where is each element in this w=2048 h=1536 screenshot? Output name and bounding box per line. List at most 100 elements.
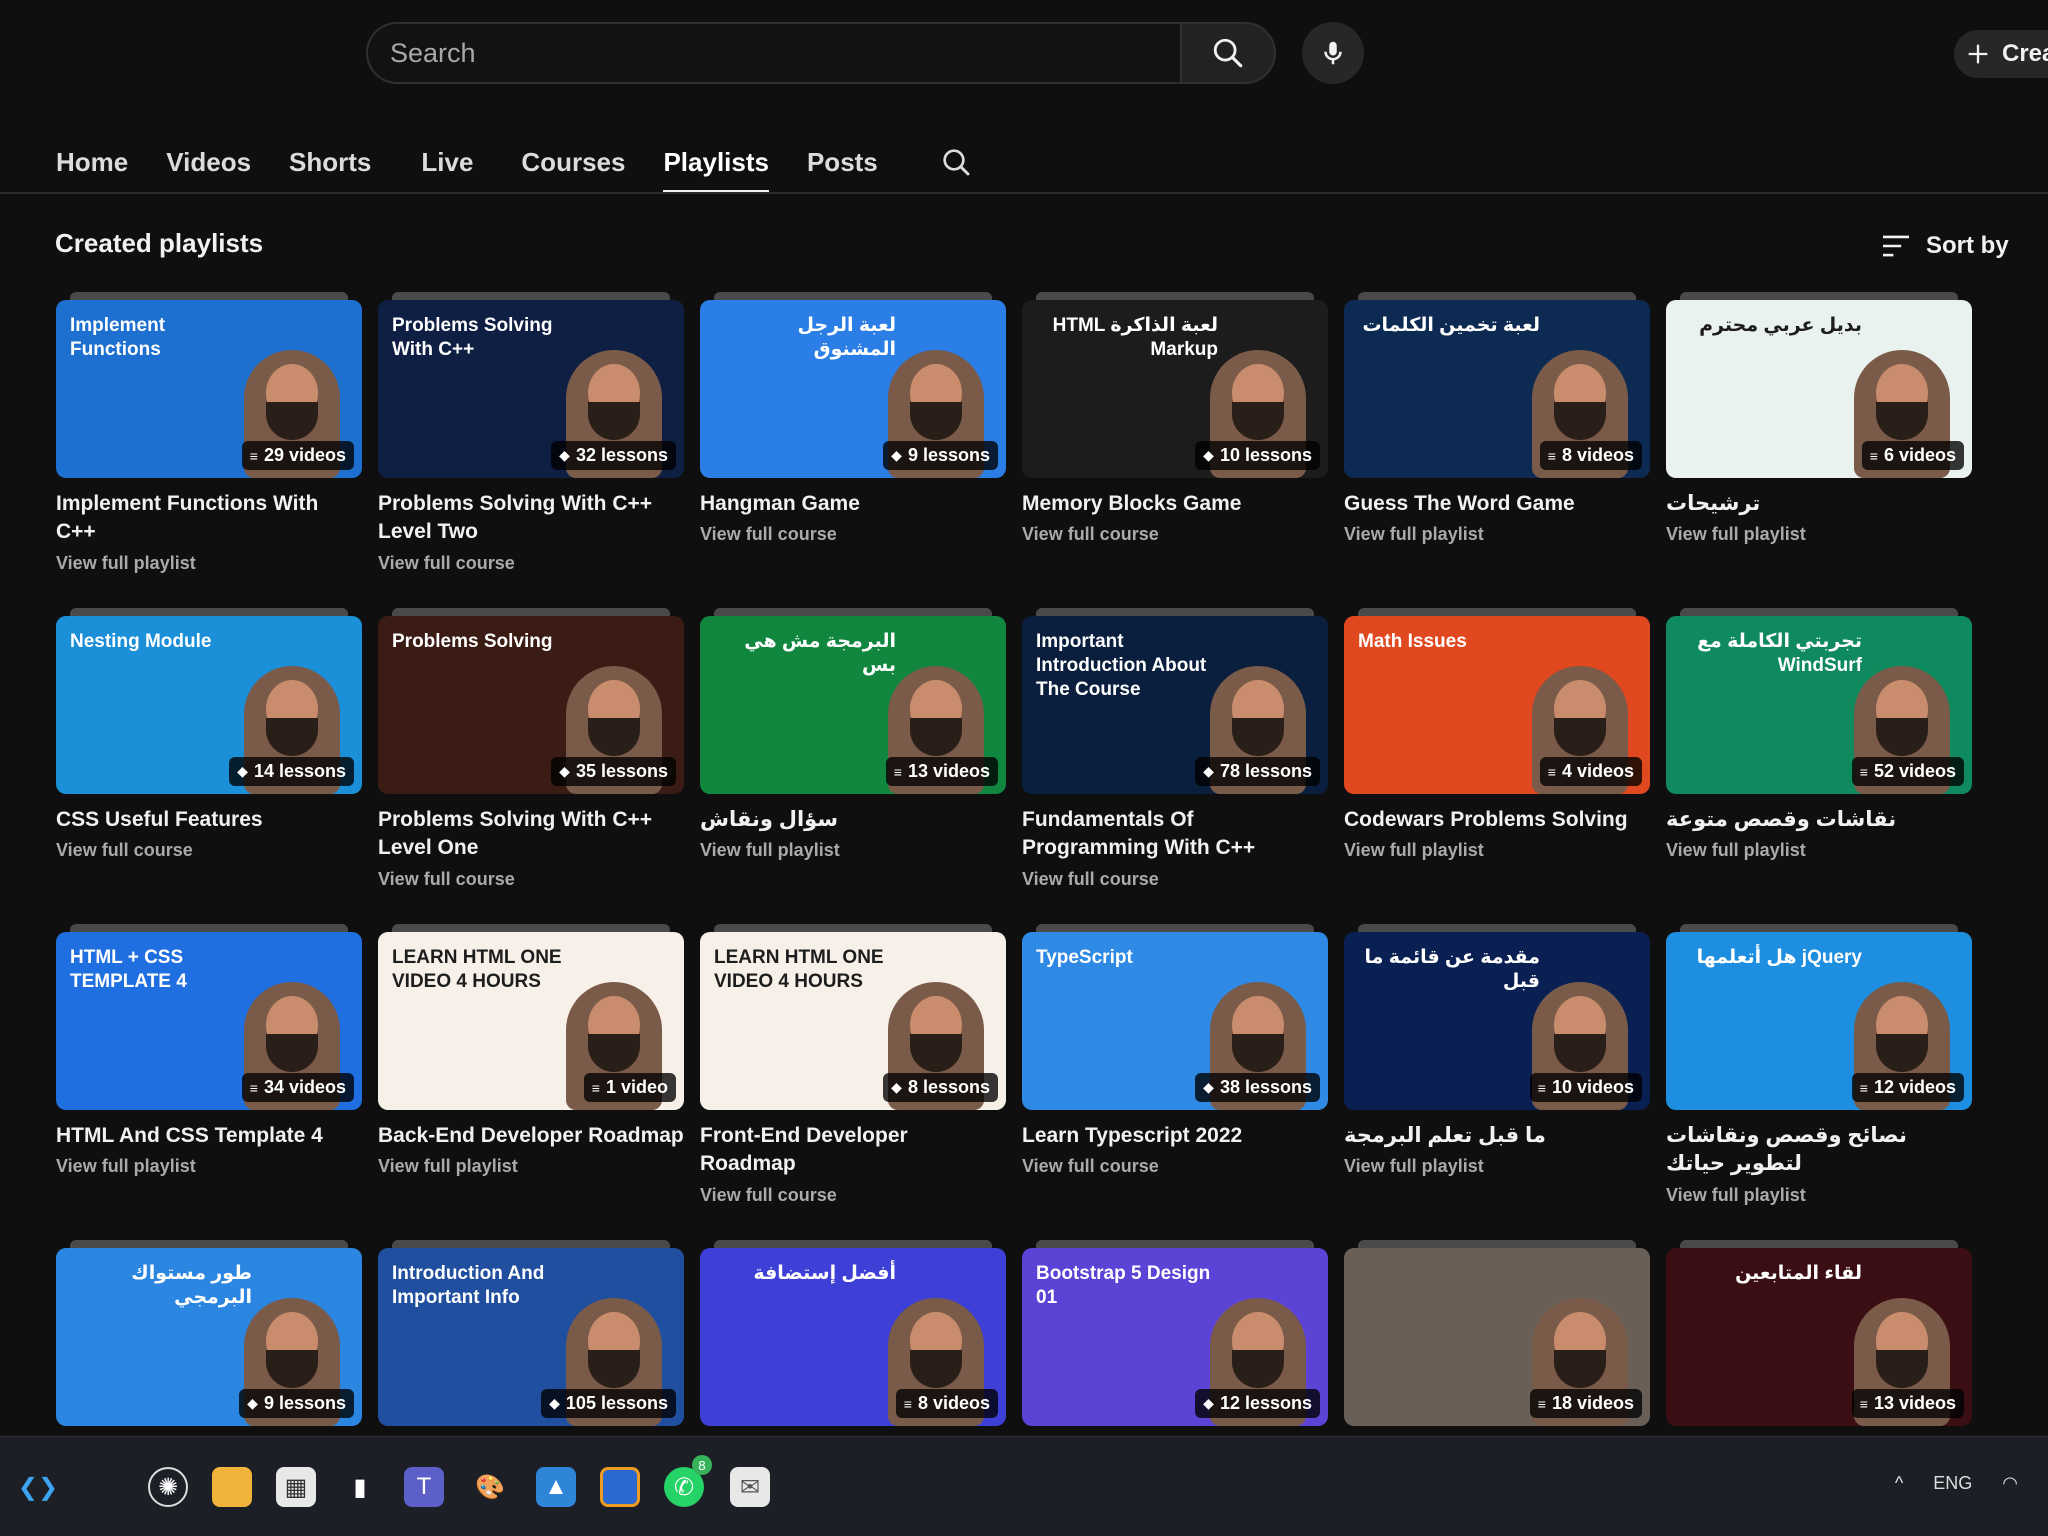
playlist-thumbnail[interactable]: أفضل إستضافة ≡ 8 videos bbox=[700, 1248, 1006, 1426]
view-full-link[interactable]: View full playlist bbox=[700, 840, 1006, 861]
view-full-link[interactable]: View full playlist bbox=[1344, 524, 1650, 545]
tab-playlists[interactable]: Playlists bbox=[663, 132, 769, 194]
view-full-link[interactable]: View full playlist bbox=[1344, 840, 1650, 861]
playlist-title[interactable]: Back-End Developer Roadmap bbox=[378, 1122, 684, 1150]
playlist-title[interactable]: ترشيحات bbox=[1666, 490, 1972, 518]
playlist-thumbnail[interactable]: Math Issues ≡ 4 videos bbox=[1344, 616, 1650, 794]
create-button[interactable]: Crea bbox=[1954, 30, 2048, 78]
playlist-title[interactable]: نصائح وقصص ونقاشات لتطوير حياتك bbox=[1666, 1122, 1972, 1179]
chatgpt-icon[interactable]: ✺ bbox=[148, 1467, 188, 1507]
playlist-thumbnail[interactable]: jQuery هل أتعلمها ≡ 12 videos bbox=[1666, 932, 1972, 1110]
playlist-thumbnail[interactable]: ≡ 18 videos bbox=[1344, 1248, 1650, 1426]
playlist-card[interactable]: TypeScript ◆ 38 lessons Learn Typescript… bbox=[1022, 924, 1328, 1240]
playlist-thumbnail[interactable]: تجربتي الكاملة مع WindSurf ≡ 52 videos bbox=[1666, 616, 1972, 794]
search-button[interactable] bbox=[1180, 22, 1276, 84]
playlist-card[interactable]: Important Introduction About The Course … bbox=[1022, 608, 1328, 924]
view-full-link[interactable]: View full course bbox=[378, 553, 684, 574]
playlist-title[interactable]: نقاشات وقصص متوعة bbox=[1666, 806, 1972, 834]
view-full-link[interactable]: View full playlist bbox=[56, 553, 362, 574]
playlist-title[interactable]: CSS Useful Features bbox=[56, 806, 362, 834]
search-field[interactable] bbox=[366, 22, 1180, 84]
whatsapp-icon[interactable]: ✆ 8 bbox=[664, 1455, 712, 1507]
view-full-link[interactable]: View full playlist bbox=[1344, 1156, 1650, 1177]
playlist-thumbnail[interactable]: Important Introduction About The Course … bbox=[1022, 616, 1328, 794]
playlist-thumbnail[interactable]: لعبة الذاكرة HTML Markup ◆ 10 lessons bbox=[1022, 300, 1328, 478]
store-icon[interactable]: ▦ bbox=[276, 1467, 316, 1507]
playlist-card[interactable]: Problems Solving ◆ 35 lessons Problems S… bbox=[378, 608, 684, 924]
chevron-up-icon[interactable]: ^ bbox=[1895, 1473, 1903, 1494]
playlist-title[interactable]: Hangman Game bbox=[700, 490, 1006, 518]
view-full-link[interactable]: View full course bbox=[700, 524, 1006, 545]
playlist-card[interactable]: Implement Functions ≡ 29 videos Implemen… bbox=[56, 292, 362, 608]
playlist-card[interactable]: لعبة الذاكرة HTML Markup ◆ 10 lessons Me… bbox=[1022, 292, 1328, 608]
playlist-thumbnail[interactable]: بديل عربي محترم ≡ 6 videos bbox=[1666, 300, 1972, 478]
playlist-thumbnail[interactable]: طور مستواك البرمجي ◆ 9 lessons bbox=[56, 1248, 362, 1426]
view-full-link[interactable]: View full playlist bbox=[1666, 840, 1972, 861]
playlist-card[interactable]: Math Issues ≡ 4 videos Codewars Problems… bbox=[1344, 608, 1650, 924]
playlist-title[interactable]: Guess The Word Game bbox=[1344, 490, 1650, 518]
playlist-thumbnail[interactable]: Implement Functions ≡ 29 videos bbox=[56, 300, 362, 478]
playlist-title[interactable]: Problems Solving With C++ Level One bbox=[378, 806, 684, 863]
playlist-thumbnail[interactable]: Problems Solving With C++ ◆ 32 lessons bbox=[378, 300, 684, 478]
playlist-card[interactable]: لعبة تخمين الكلمات ≡ 8 videos Guess The … bbox=[1344, 292, 1650, 608]
vscode-icon[interactable]: ❮❯ bbox=[18, 1467, 58, 1507]
playlist-title[interactable]: HTML And CSS Template 4 bbox=[56, 1122, 362, 1150]
playlist-title[interactable]: Front-End Developer Roadmap bbox=[700, 1122, 1006, 1179]
view-full-link[interactable]: View full course bbox=[1022, 524, 1328, 545]
playlist-thumbnail[interactable]: TypeScript ◆ 38 lessons bbox=[1022, 932, 1328, 1110]
playlist-title[interactable]: Fundamentals Of Programming With C++ bbox=[1022, 806, 1328, 863]
view-full-link[interactable]: View full playlist bbox=[56, 1156, 362, 1177]
playlist-card[interactable]: LEARN HTML ONE VIDEO 4 HOURS ◆ 8 lessons… bbox=[700, 924, 1006, 1240]
tab-videos[interactable]: Videos bbox=[166, 132, 251, 192]
playlist-thumbnail[interactable]: لعبة الرجل المشنوق ◆ 9 lessons bbox=[700, 300, 1006, 478]
paint-icon[interactable]: 🎨 bbox=[470, 1467, 510, 1507]
usb-icon[interactable]: ▮ bbox=[340, 1467, 380, 1507]
view-full-link[interactable]: View full course bbox=[378, 869, 684, 890]
playlist-card[interactable]: HTML + CSS TEMPLATE 4 ≡ 34 videos HTML A… bbox=[56, 924, 362, 1240]
channel-search-button[interactable] bbox=[940, 146, 972, 178]
playlist-thumbnail[interactable]: LEARN HTML ONE VIDEO 4 HOURS ≡ 1 video bbox=[378, 932, 684, 1110]
playlist-card[interactable]: Problems Solving With C++ ◆ 32 lessons P… bbox=[378, 292, 684, 608]
playlist-card[interactable]: jQuery هل أتعلمها ≡ 12 videos نصائح وقصص… bbox=[1666, 924, 1972, 1240]
playlist-thumbnail[interactable]: مقدمة عن قائمة ما قبل ≡ 10 videos bbox=[1344, 932, 1650, 1110]
playlist-title[interactable]: Problems Solving With C++ Level Two bbox=[378, 490, 684, 547]
playlist-thumbnail[interactable]: Nesting Module ◆ 14 lessons bbox=[56, 616, 362, 794]
playlist-card[interactable]: لعبة الرجل المشنوق ◆ 9 lessons Hangman G… bbox=[700, 292, 1006, 608]
playlist-thumbnail[interactable]: LEARN HTML ONE VIDEO 4 HOURS ◆ 8 lessons bbox=[700, 932, 1006, 1110]
view-full-link[interactable]: View full playlist bbox=[1666, 524, 1972, 545]
playlist-thumbnail[interactable]: لقاء المتابعين ≡ 13 videos bbox=[1666, 1248, 1972, 1426]
playlist-card[interactable]: Nesting Module ◆ 14 lessons CSS Useful F… bbox=[56, 608, 362, 924]
playlist-title[interactable]: ما قبل تعلم البرمجة bbox=[1344, 1122, 1650, 1150]
playlist-card[interactable]: البرمجة مش هي بس ≡ 13 videos سؤال ونقاش … bbox=[700, 608, 1006, 924]
search-input[interactable] bbox=[390, 37, 1180, 69]
playlist-card[interactable]: بديل عربي محترم ≡ 6 videos ترشيحات View … bbox=[1666, 292, 1972, 608]
teams-icon[interactable]: T bbox=[404, 1467, 444, 1507]
playlist-title[interactable]: Codewars Problems Solving bbox=[1344, 806, 1650, 834]
view-full-link[interactable]: View full course bbox=[1022, 1156, 1328, 1177]
mail-icon[interactable]: ✉ bbox=[730, 1467, 770, 1507]
tab-courses[interactable]: Courses bbox=[521, 132, 625, 192]
language-indicator[interactable]: ENG bbox=[1933, 1473, 1972, 1494]
playlist-card[interactable]: تجربتي الكاملة مع WindSurf ≡ 52 videos ن… bbox=[1666, 608, 1972, 924]
playlist-thumbnail[interactable]: لعبة تخمين الكلمات ≡ 8 videos bbox=[1344, 300, 1650, 478]
view-full-link[interactable]: View full course bbox=[700, 1185, 1006, 1206]
tab-live[interactable]: Live bbox=[421, 132, 473, 192]
file-explorer-icon[interactable] bbox=[212, 1467, 252, 1507]
view-full-link[interactable]: View full course bbox=[56, 840, 362, 861]
view-full-link[interactable]: View full course bbox=[1022, 869, 1328, 890]
playlist-title[interactable]: Memory Blocks Game bbox=[1022, 490, 1328, 518]
sort-by-button[interactable]: Sort by bbox=[1880, 232, 2009, 260]
wifi-icon[interactable]: ◠ bbox=[2002, 1473, 2018, 1494]
windows-app-icon[interactable] bbox=[600, 1467, 640, 1507]
tab-posts[interactable]: Posts bbox=[807, 132, 878, 192]
playlist-thumbnail[interactable]: HTML + CSS TEMPLATE 4 ≡ 34 videos bbox=[56, 932, 362, 1110]
playlist-thumbnail[interactable]: البرمجة مش هي بس ≡ 13 videos bbox=[700, 616, 1006, 794]
tab-shorts[interactable]: Shorts bbox=[289, 132, 371, 192]
playlist-thumbnail[interactable]: Problems Solving ◆ 35 lessons bbox=[378, 616, 684, 794]
tab-home[interactable]: Home bbox=[56, 132, 128, 192]
view-full-link[interactable]: View full playlist bbox=[1666, 1185, 1972, 1206]
playlist-thumbnail[interactable]: Bootstrap 5 Design 01 ◆ 12 lessons bbox=[1022, 1248, 1328, 1426]
playlist-card[interactable]: مقدمة عن قائمة ما قبل ≡ 10 videos ما قبل… bbox=[1344, 924, 1650, 1240]
photos-icon[interactable]: ▲ bbox=[536, 1467, 576, 1507]
playlist-title[interactable]: سؤال ونقاش bbox=[700, 806, 1006, 834]
